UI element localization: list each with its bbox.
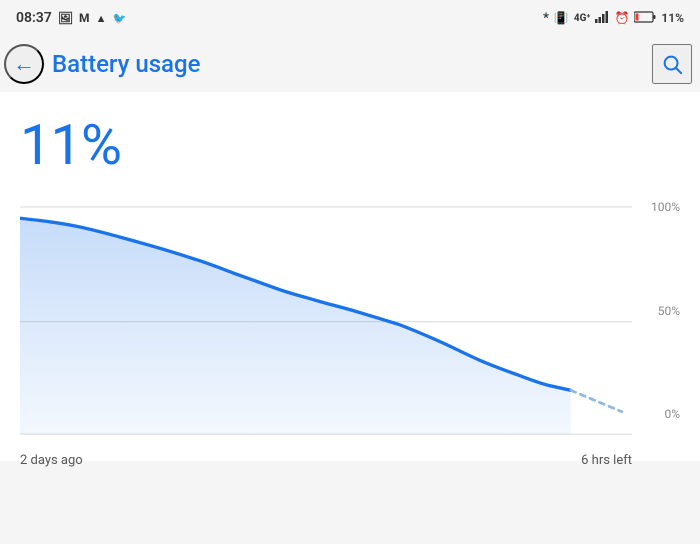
screenshot-icon: 🖼: [58, 11, 73, 25]
x-label-left: 2 days ago: [20, 453, 83, 468]
battery-chart-area: 2 days ago 6 hrs left: [20, 198, 632, 445]
toolbar-left: ← Battery usage: [4, 44, 200, 84]
page-title: Battery usage: [52, 50, 200, 78]
battery-icon: [634, 11, 656, 26]
battery-percent-status: 11%: [661, 11, 684, 25]
autodesk-icon: ▲: [96, 12, 107, 25]
x-label-right: 6 hrs left: [581, 453, 632, 468]
chart-x-labels: 2 days ago 6 hrs left: [20, 449, 632, 468]
y-label-0: 0%: [664, 407, 680, 445]
battery-percentage-display: 11%: [20, 112, 680, 178]
alarm-icon: ⏰: [614, 11, 629, 25]
back-button[interactable]: ←: [4, 44, 44, 84]
gmail-icon: M: [79, 11, 90, 25]
toolbar: ← Battery usage: [0, 36, 700, 92]
status-bar: 08:37 🖼 M ▲ 🐦 * 📳 4G⁺ ⏰ 11%: [0, 0, 700, 36]
battery-chart-wrapper: 2 days ago 6 hrs left 100% 50% 0%: [20, 198, 680, 445]
status-icons: * 📳 4G⁺ ⏰ 11%: [543, 11, 684, 26]
battery-chart: [20, 198, 632, 445]
chart-y-labels: 100% 50% 0%: [632, 198, 680, 445]
content-area: 11%: [0, 92, 700, 461]
vibrate-icon: 📳: [554, 11, 569, 25]
bluetooth-icon: *: [543, 11, 549, 26]
signal-4g-icon: 4G⁺: [574, 13, 591, 24]
status-time: 08:37 🖼 M ▲ 🐦: [16, 10, 126, 26]
twitter-icon: 🐦: [112, 12, 126, 25]
time-display: 08:37: [16, 10, 52, 26]
y-label-100: 100%: [651, 198, 680, 214]
signal-bars-icon: [595, 11, 609, 26]
search-button[interactable]: [652, 44, 692, 84]
y-label-50: 50%: [658, 304, 680, 318]
